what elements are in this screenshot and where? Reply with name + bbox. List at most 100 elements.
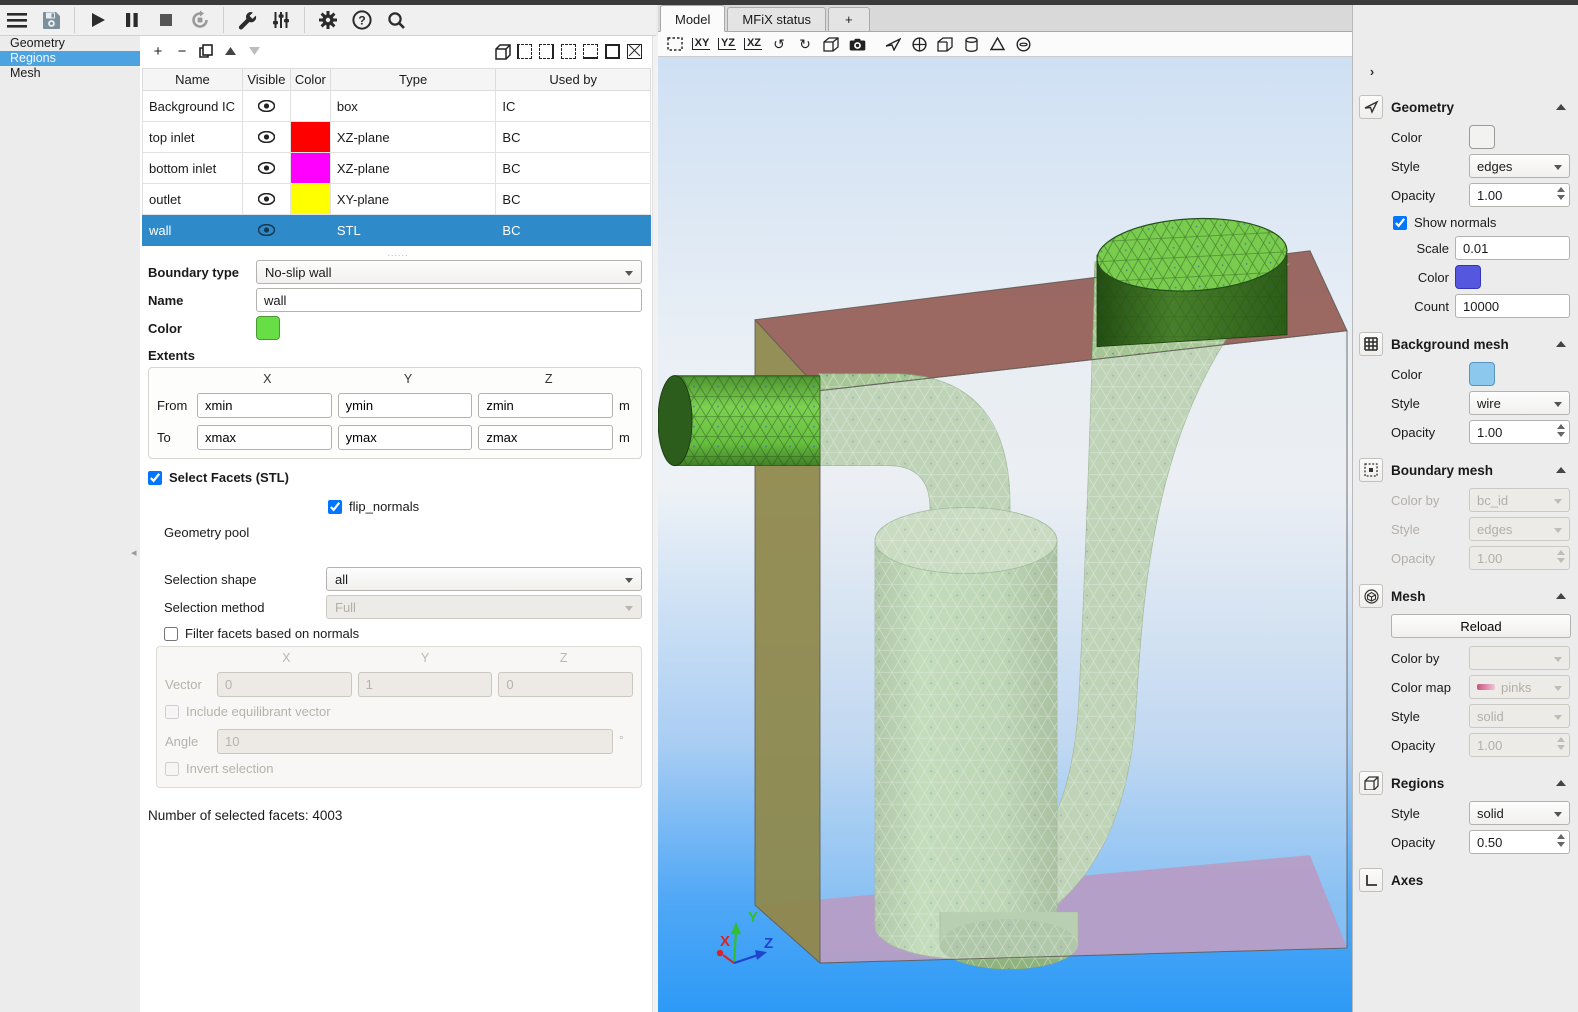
reset-icon[interactable]: [183, 6, 217, 34]
region-name[interactable]: top inlet: [143, 122, 243, 153]
regions-opacity-spinner[interactable]: 0.50: [1469, 830, 1570, 854]
rotate-right-icon[interactable]: ↻: [794, 34, 816, 54]
region-used-by[interactable]: IC: [496, 91, 651, 122]
col-used-by[interactable]: Used by: [496, 69, 651, 91]
from-y-field[interactable]: [338, 393, 473, 418]
col-color[interactable]: Color: [290, 69, 330, 91]
geometry-section-header[interactable]: Geometry: [1359, 95, 1570, 119]
name-field[interactable]: [256, 288, 642, 312]
region-color-swatch[interactable]: [256, 316, 280, 340]
visibility-cell[interactable]: [242, 153, 290, 184]
region-used-by[interactable]: BC: [496, 122, 651, 153]
region-used-by[interactable]: BC: [496, 184, 651, 215]
spinner-arrows[interactable]: [1557, 424, 1565, 437]
regions-section-header[interactable]: Regions: [1359, 771, 1570, 795]
region-name[interactable]: wall: [143, 215, 243, 246]
parameters-icon[interactable]: [264, 6, 298, 34]
filter-facets-checkbox[interactable]: [164, 627, 178, 641]
visibility-cell[interactable]: [242, 122, 290, 153]
region-used-by[interactable]: BC: [496, 215, 651, 246]
xz-view-icon[interactable]: XZ: [742, 34, 764, 54]
from-z-field[interactable]: [478, 393, 613, 418]
cone-icon[interactable]: [986, 34, 1008, 54]
to-z-field[interactable]: [478, 425, 613, 450]
normals-color-swatch[interactable]: [1455, 265, 1481, 289]
background-mesh-opacity-spinner[interactable]: 1.00: [1469, 420, 1570, 444]
geometry-visible-icon[interactable]: [882, 34, 904, 54]
table-row-selected[interactable]: wall STL BC: [143, 215, 651, 246]
boundary-type-select[interactable]: No-slip wall: [256, 260, 642, 284]
visibility-cell[interactable]: [242, 184, 290, 215]
visibility-cell[interactable]: [242, 215, 290, 246]
collapse-icon[interactable]: [1556, 341, 1566, 347]
color-cell[interactable]: [290, 122, 330, 153]
search-icon[interactable]: [379, 6, 413, 34]
reset-view-icon[interactable]: [664, 34, 686, 54]
mesh-section-header[interactable]: Mesh: [1359, 584, 1570, 608]
geometry-style-select[interactable]: edges: [1469, 154, 1570, 178]
geometry-icon[interactable]: [1359, 95, 1383, 119]
select-facets-checkbox[interactable]: [148, 471, 162, 485]
region-used-by[interactable]: BC: [496, 153, 651, 184]
show-normals-checkbox[interactable]: [1393, 216, 1407, 230]
mesh-icon[interactable]: [1359, 584, 1383, 608]
table-row[interactable]: bottom inlet XZ-plane BC: [143, 153, 651, 184]
region-type[interactable]: box: [330, 91, 496, 122]
tab-add[interactable]: +: [828, 7, 870, 31]
pause-icon[interactable]: [115, 6, 149, 34]
build-icon[interactable]: [230, 6, 264, 34]
to-y-field[interactable]: [338, 425, 473, 450]
region-type[interactable]: XY-plane: [330, 184, 496, 215]
tab-mfix-status[interactable]: MFiX status: [727, 7, 826, 31]
menu-icon[interactable]: [0, 6, 34, 34]
xy-view-icon[interactable]: XY: [690, 34, 712, 54]
background-mesh-color-swatch[interactable]: [1469, 362, 1495, 386]
table-row[interactable]: outlet XY-plane BC: [143, 184, 651, 215]
settings-gear-icon[interactable]: [311, 6, 345, 34]
geometry-color-swatch[interactable]: [1469, 125, 1495, 149]
normals-count-field[interactable]: 10000: [1455, 294, 1570, 318]
run-icon[interactable]: [81, 6, 115, 34]
vtk-viewport[interactable]: Y X Z: [658, 57, 1352, 1012]
move-down-button[interactable]: [242, 40, 266, 62]
add-region-button[interactable]: +: [146, 40, 170, 62]
tab-model[interactable]: Model: [660, 5, 725, 32]
collapse-icon[interactable]: [1556, 104, 1566, 110]
col-type[interactable]: Type: [330, 69, 496, 91]
region-type[interactable]: XZ-plane: [330, 153, 496, 184]
background-mesh-style-select[interactable]: wire: [1469, 391, 1570, 415]
remove-region-button[interactable]: −: [170, 40, 194, 62]
yz-view-icon[interactable]: YZ: [716, 34, 738, 54]
region-name[interactable]: outlet: [143, 184, 243, 215]
table-row[interactable]: Background IC box IC: [143, 91, 651, 122]
duplicate-region-button[interactable]: [194, 40, 218, 62]
geometry-opacity-spinner[interactable]: 1.00: [1469, 183, 1570, 207]
cylinder-icon[interactable]: [960, 34, 982, 54]
axes-section-header[interactable]: Axes: [1359, 868, 1570, 892]
rotate-left-icon[interactable]: ↺: [768, 34, 790, 54]
spinner-arrows[interactable]: [1557, 834, 1565, 847]
color-cell[interactable]: [290, 184, 330, 215]
spinner-arrows[interactable]: [1557, 187, 1565, 200]
boundary-mesh-icon[interactable]: [1359, 458, 1383, 482]
perspective-icon[interactable]: [820, 34, 842, 54]
color-cell[interactable]: [290, 215, 330, 246]
collapse-icon[interactable]: [1556, 467, 1566, 473]
col-visible[interactable]: Visible: [242, 69, 290, 91]
panel-collapse-icon[interactable]: ›: [1361, 61, 1383, 81]
color-cell[interactable]: [290, 153, 330, 184]
collapse-icon[interactable]: [1556, 593, 1566, 599]
sphere-icon[interactable]: [908, 34, 930, 54]
region-name[interactable]: bottom inlet: [143, 153, 243, 184]
axes-icon[interactable]: [1359, 868, 1383, 892]
camera-icon[interactable]: [846, 34, 868, 54]
regions-icon[interactable]: [1359, 771, 1383, 795]
collapse-icon[interactable]: [1556, 780, 1566, 786]
reload-button[interactable]: Reload: [1391, 614, 1571, 638]
from-x-field[interactable]: [197, 393, 332, 418]
torus-icon[interactable]: [1012, 34, 1034, 54]
grid-icon[interactable]: [1359, 332, 1383, 356]
nav-item-mesh[interactable]: Mesh: [0, 66, 140, 81]
normals-scale-field[interactable]: 0.01: [1455, 236, 1570, 260]
table-row[interactable]: top inlet XZ-plane BC: [143, 122, 651, 153]
